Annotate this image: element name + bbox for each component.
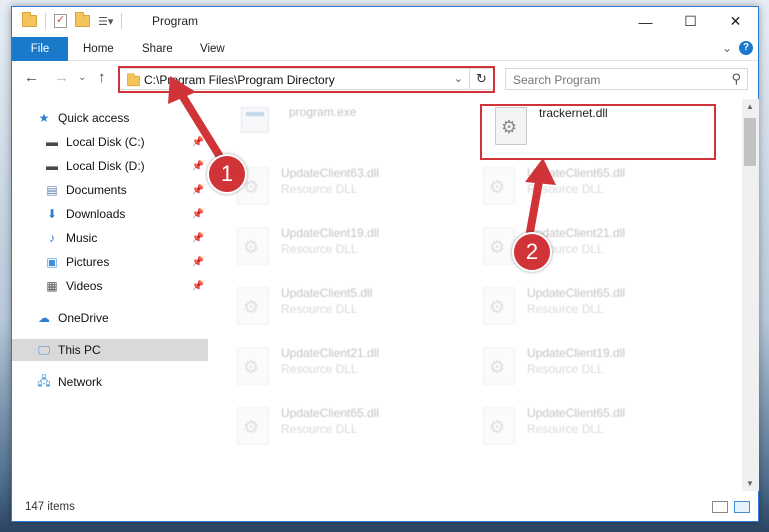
step-2-badge: 2 xyxy=(512,232,552,272)
arrow-2-head xyxy=(525,158,556,185)
annotation-arrows xyxy=(168,76,556,236)
arrow-2-shaft xyxy=(526,172,544,236)
arrow-1-shaft xyxy=(176,88,226,164)
step-1-badge: 1 xyxy=(207,154,247,194)
